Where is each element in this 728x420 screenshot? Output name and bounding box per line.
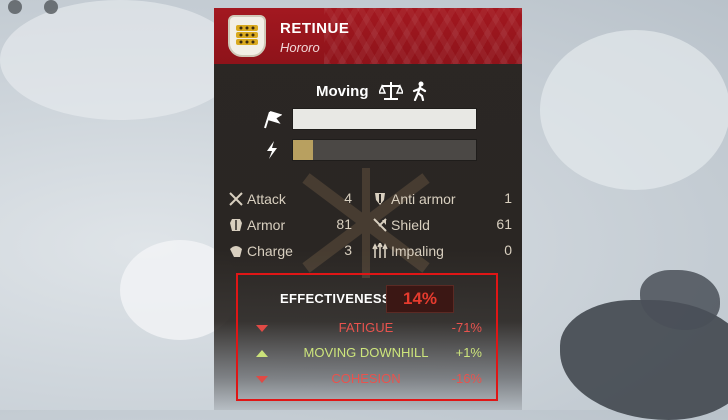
anti-armor-icon [372,191,388,207]
stat-value: 3 [344,242,352,258]
stat-label: Anti armor [391,191,456,207]
modifier-label: COHESION [331,371,401,386]
stat-anti-armor: Anti armor [372,188,456,210]
modifier-label: MOVING DOWNHILL [303,345,429,360]
modifier-row: FATIGUE -71% [256,320,482,340]
stat-label: Charge [247,243,293,259]
morale-bar-row [262,108,477,130]
stat-shield: Shield [372,214,430,236]
stat-attack: Attack [228,188,286,210]
stat-value: 81 [336,216,352,232]
stat-label: Attack [247,191,286,207]
unit-subtitle: Hororo [280,40,320,55]
stamina-bar-fill [293,140,314,160]
stat-charge: Charge [228,240,293,262]
movement-state: Moving [316,80,433,102]
stat-label: Armor [247,217,286,233]
effectiveness-highlight-box: EFFECTIVENESS 14% FATIGUE -71% MOVING DO… [236,273,498,401]
modifier-arrow-icon [256,325,268,332]
crossed-swords-icon [228,191,244,207]
map-marker [8,0,22,14]
stat-value: 4 [344,190,352,206]
movement-state-label: Moving [316,82,369,100]
stat-label: Impaling [391,243,444,259]
unit-title: RETINUE [280,20,350,37]
stat-value: 0 [504,242,512,258]
stat-armor: Armor [228,214,285,236]
effectiveness-value-box: 14% [386,285,454,313]
snow-patch [0,0,240,120]
modifier-row: MOVING DOWNHILL +1% [256,345,482,365]
stat-value: 61 [496,216,512,232]
map-marker [44,0,58,14]
stat-value: 1 [504,190,512,206]
unit-banner: RETINUE Hororo [214,8,522,64]
modifier-row: COHESION -16% [256,371,482,391]
effectiveness-value: 14% [402,289,438,308]
lightning-icon [262,140,282,160]
walking-person-icon [411,81,433,102]
modifier-arrow-icon [256,376,268,383]
snow-patch [540,30,728,190]
flag-icon [262,109,283,129]
modifier-value: -71% [451,320,482,335]
morale-bar-fill [293,109,476,129]
effectiveness-title: EFFECTIVENESS [280,291,391,306]
modifier-label: FATIGUE [338,320,394,335]
modifier-value: -16% [451,371,482,386]
stat-impaling: Impaling [372,240,444,262]
charge-icon [228,243,244,259]
impaling-icon [372,241,388,259]
modifier-arrow-icon [256,350,268,357]
stamina-bar [292,139,477,161]
banner-pattern [324,8,522,64]
shield-icon [372,217,388,233]
stat-label: Shield [391,217,430,233]
morale-bar [292,108,477,130]
armor-icon [228,217,244,233]
modifier-value: +1% [455,345,482,360]
stamina-bar-row [262,139,477,161]
scales-icon [377,81,404,101]
unit-crest-icon [228,15,266,57]
